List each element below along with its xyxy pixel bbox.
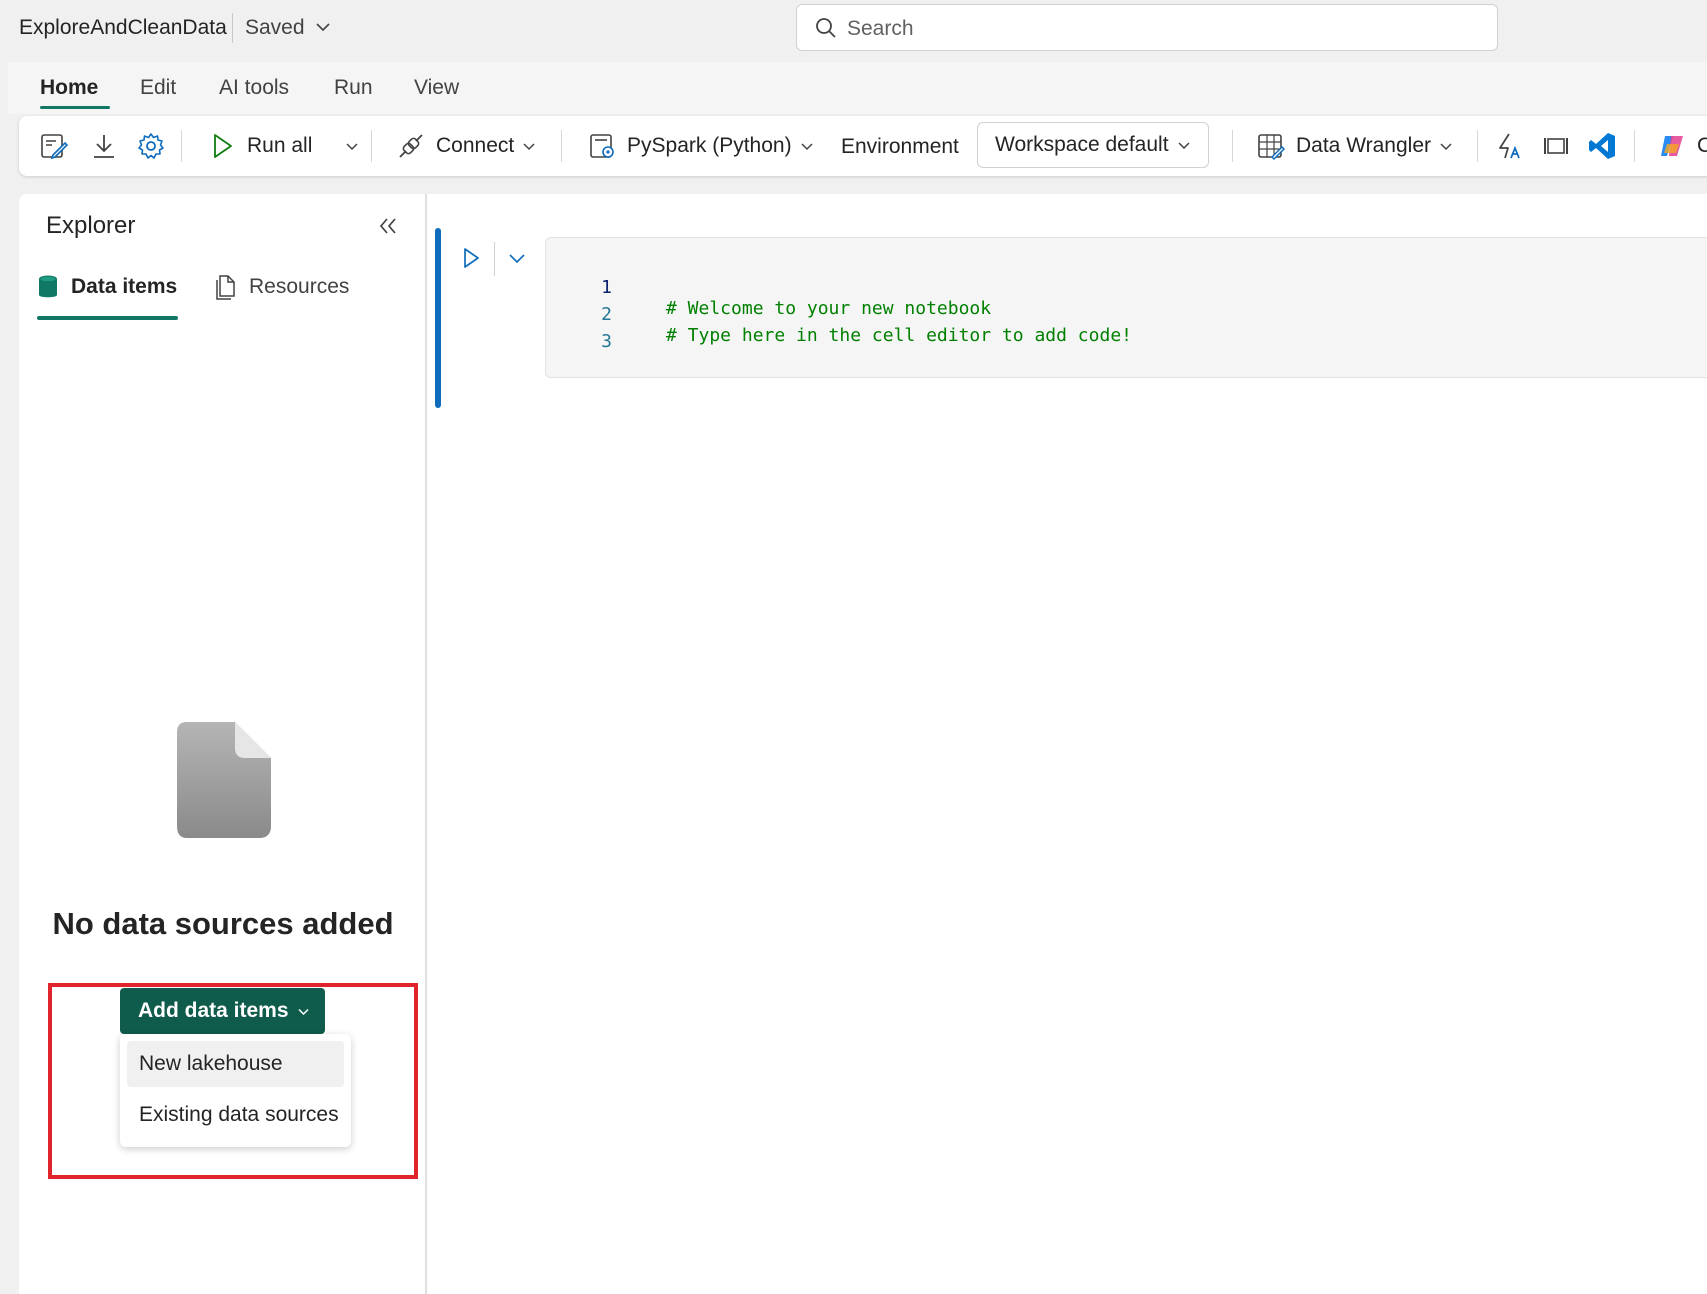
document-icon (216, 275, 235, 300)
title-bar: ExploreAndCleanData Saved Search (0, 0, 1707, 58)
run-cell-icon[interactable] (459, 246, 483, 270)
edit-notebook-icon (41, 134, 69, 160)
chevron-down-icon (346, 143, 358, 151)
toolbar-separator (1232, 130, 1233, 162)
toolbar-separator (371, 130, 372, 162)
notebook-name[interactable]: ExploreAndCleanData (19, 16, 227, 40)
tab-run[interactable]: Run (334, 76, 373, 100)
title-separator (232, 13, 233, 43)
pyspark-icon (590, 134, 614, 158)
active-tab-indicator (40, 106, 110, 109)
menu-item-new-lakehouse[interactable]: New lakehouse (127, 1041, 344, 1087)
menu-item-existing-data-sources[interactable]: Existing data sources (127, 1092, 344, 1138)
run-all-dropdown[interactable] (337, 126, 359, 166)
ribbon-toolbar: Run all Connect PySpark (Python) Environ… (19, 116, 1707, 176)
code-line: 1 # Welcome to your new notebook (546, 256, 991, 319)
play-icon (214, 134, 232, 158)
search-placeholder: Search (847, 17, 914, 40)
copilot-icon (1661, 136, 1683, 156)
database-icon (39, 275, 57, 298)
toolbar-separator (1477, 130, 1478, 162)
full-screen-button[interactable] (1541, 126, 1571, 166)
tab-resources[interactable]: Resources (215, 274, 349, 300)
save-status[interactable]: Saved (245, 16, 305, 40)
chevron-down-icon[interactable] (313, 17, 333, 37)
code-cell-editor[interactable]: 1 # Welcome to your new notebook 2 # Typ… (545, 237, 1707, 378)
download-button[interactable] (89, 126, 119, 166)
environment-dropdown[interactable]: Workspace default (977, 122, 1209, 168)
tab-home[interactable]: Home (40, 76, 98, 100)
empty-document-icon (177, 722, 271, 838)
spark-advisor-icon (1499, 133, 1520, 159)
chevron-down-icon (1440, 143, 1452, 151)
edit-notebook-button[interactable] (39, 126, 69, 166)
tab-resources-label: Resources (249, 275, 350, 298)
connect-button[interactable]: Connect (396, 126, 536, 166)
vscode-icon (1589, 133, 1615, 159)
chevron-down-icon[interactable] (507, 248, 527, 268)
line-number: 3 (601, 331, 612, 352)
settings-icon (138, 133, 164, 159)
add-data-items-button[interactable]: Add data items (120, 988, 325, 1034)
toolbar-separator (181, 130, 182, 162)
environment-value: Workspace default (995, 133, 1169, 156)
chevron-down-icon (1178, 142, 1190, 150)
tab-data-items-label: Data items (71, 275, 178, 298)
code-text: # Welcome to your new notebook (666, 298, 992, 319)
code-line: 3 (546, 310, 612, 352)
connect-icon (399, 134, 423, 158)
vscode-button[interactable] (1587, 126, 1617, 166)
cell-focus-bar (435, 228, 441, 408)
main-area: Explorer Data items Resources No data so… (19, 194, 1707, 1294)
data-wrangler-icon (1258, 134, 1286, 161)
run-all-button[interactable]: Run all (207, 126, 312, 166)
full-screen-icon (1544, 138, 1568, 154)
tab-view[interactable]: View (414, 76, 459, 100)
connect-label: Connect (436, 134, 515, 157)
explorer-title: Explorer (46, 212, 136, 239)
add-data-items-menu: New lakehouse Existing data sources (120, 1034, 351, 1147)
search-icon (816, 18, 836, 38)
language-label: PySpark (Python) (627, 134, 792, 157)
data-wrangler-label: Data Wrangler (1296, 134, 1432, 157)
cell-toolbar-separator (494, 242, 495, 276)
explorer-pane: Explorer Data items Resources No data so… (19, 194, 427, 1294)
active-tab-indicator (37, 316, 178, 320)
ribbon-tabs: Home Edit AI tools Run View (8, 62, 1707, 114)
data-wrangler-button[interactable]: Data Wrangler (1256, 126, 1453, 166)
add-data-items-label: Add data items (138, 999, 289, 1022)
empty-state-title: No data sources added (52, 906, 394, 941)
language-dropdown[interactable]: PySpark (Python) (587, 126, 814, 166)
copilot-label: C (1697, 134, 1707, 157)
code-line: 2 # Type here in the cell editor to add … (546, 283, 1132, 346)
toolbar-separator (561, 130, 562, 162)
download-icon (94, 135, 114, 158)
run-all-label: Run all (247, 134, 313, 157)
collapse-double-chevron-icon[interactable] (376, 214, 400, 238)
tab-data-items[interactable]: Data items (37, 274, 177, 300)
chevron-down-icon (801, 143, 813, 151)
toolbar-separator (1634, 130, 1635, 162)
chevron-down-icon (523, 143, 535, 151)
tab-edit[interactable]: Edit (140, 76, 176, 100)
search-input[interactable]: Search (796, 4, 1498, 51)
settings-button[interactable] (136, 126, 166, 166)
environment-label: Environment (841, 135, 959, 158)
copilot-button[interactable]: C (1657, 126, 1707, 166)
spark-advisor-button[interactable] (1495, 126, 1525, 166)
chevron-down-icon (298, 1008, 309, 1015)
tab-ai-tools[interactable]: AI tools (219, 76, 289, 100)
code-text: # Type here in the cell editor to add co… (666, 325, 1132, 346)
